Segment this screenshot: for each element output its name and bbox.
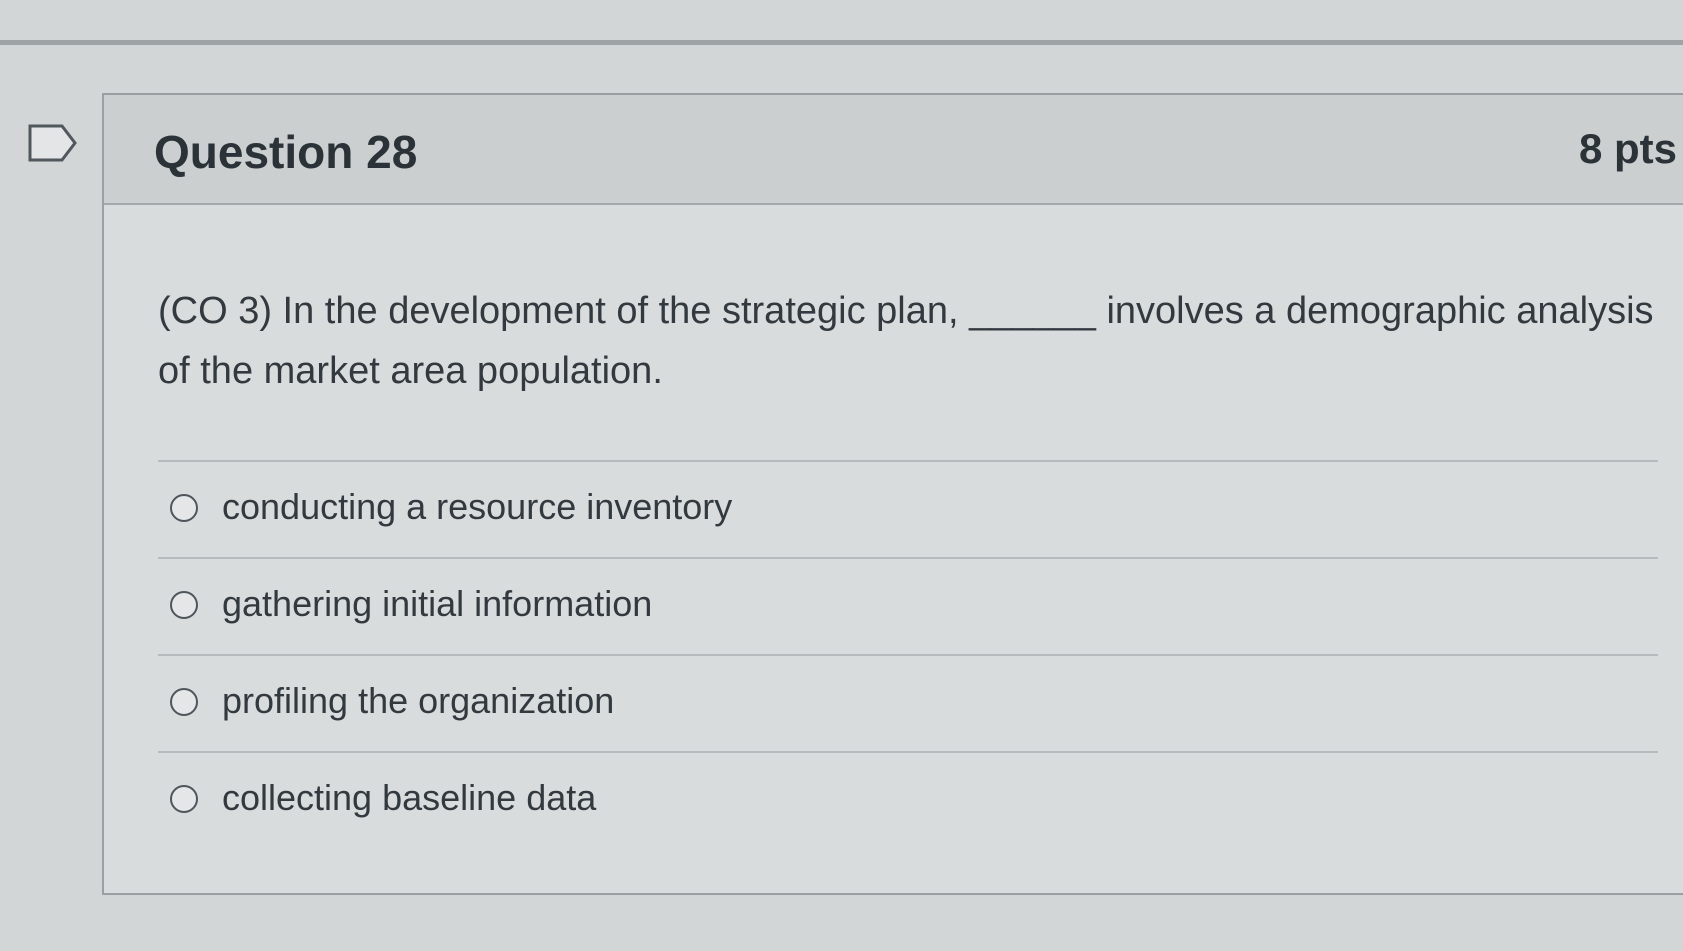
answer-label[interactable]: gathering initial information xyxy=(222,583,652,625)
answer-label[interactable]: collecting baseline data xyxy=(222,777,596,819)
flag-icon[interactable] xyxy=(27,123,79,163)
answer-label[interactable]: conducting a resource inventory xyxy=(222,486,732,528)
radio-button[interactable] xyxy=(170,688,198,716)
question-card: Question 28 8 pts (CO 3) In the developm… xyxy=(102,93,1683,895)
question-title: Question 28 xyxy=(154,126,418,178)
question-header: Question 28 8 pts xyxy=(104,95,1683,205)
answer-option[interactable]: collecting baseline data xyxy=(158,751,1658,848)
answer-list: conducting a resource inventory gatherin… xyxy=(158,460,1658,848)
question-points: 8 pts xyxy=(1579,125,1678,172)
answer-option[interactable]: profiling the organization xyxy=(158,654,1658,751)
question-text: (CO 3) In the development of the strateg… xyxy=(158,290,1654,392)
answer-option[interactable]: gathering initial information xyxy=(158,557,1658,654)
answer-label[interactable]: profiling the organization xyxy=(222,680,614,722)
answer-option[interactable]: conducting a resource inventory xyxy=(158,460,1658,557)
radio-button[interactable] xyxy=(170,494,198,522)
radio-button[interactable] xyxy=(170,591,198,619)
page-top-border xyxy=(0,40,1683,45)
radio-button[interactable] xyxy=(170,785,198,813)
